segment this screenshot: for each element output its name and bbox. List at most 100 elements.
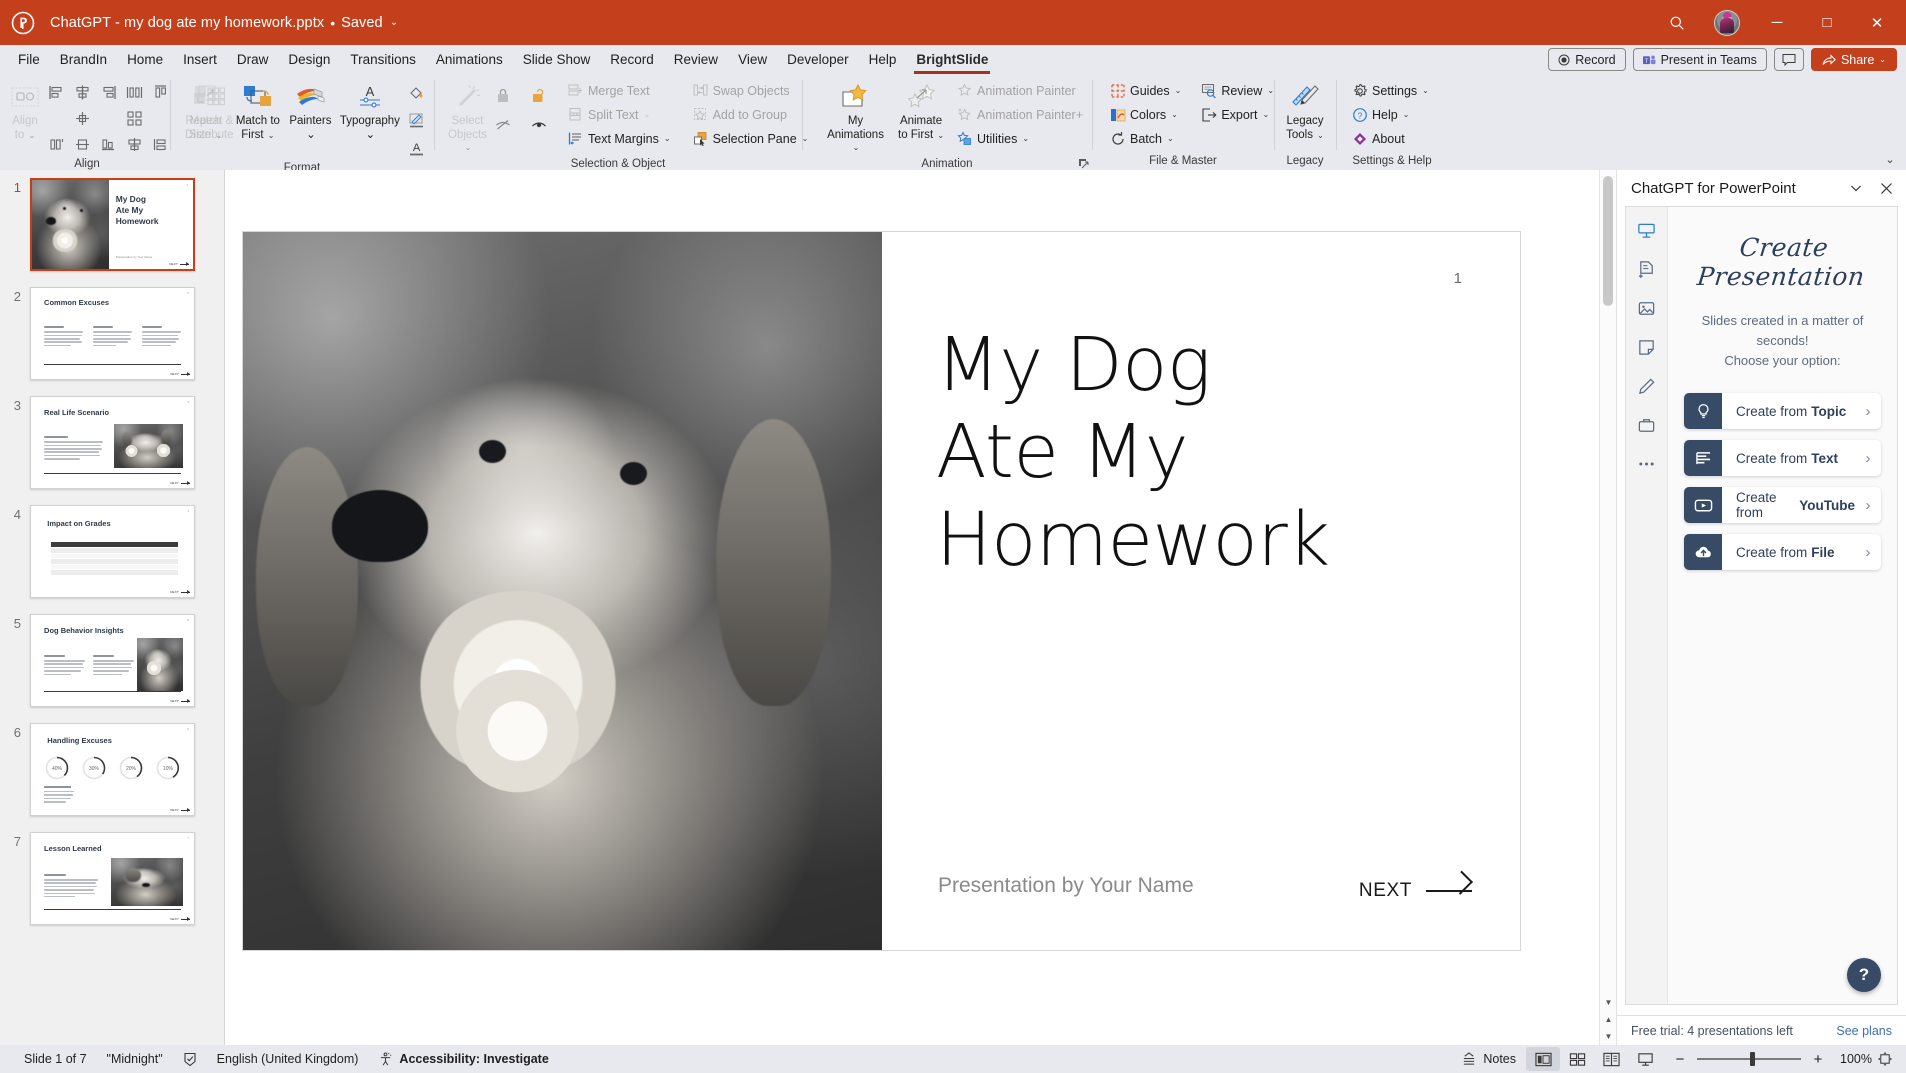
tab-file[interactable]: File xyxy=(8,47,50,73)
slide-byline[interactable]: Presentation by Your Name xyxy=(938,874,1194,898)
distribute-horizontal-icon[interactable] xyxy=(121,79,147,105)
thumbnail-slide-6[interactable]: 6 6 Handling Excuses 40% 30% 20% 10% xyxy=(0,723,224,816)
line-painter-icon[interactable] xyxy=(404,107,430,133)
add-to-group-button[interactable]: Add to Group xyxy=(687,103,814,126)
create-from-topic-button[interactable]: Create fromTopic › xyxy=(1684,393,1881,429)
spellcheck-button[interactable] xyxy=(173,1048,207,1070)
slide-image-region[interactable] xyxy=(243,232,882,950)
slide-sorter-icon[interactable] xyxy=(1560,1047,1594,1071)
text-painter-icon[interactable]: A xyxy=(404,135,430,161)
present-in-teams-button[interactable]: T Present in Teams xyxy=(1633,48,1767,71)
see-plans-link[interactable]: See plans xyxy=(1836,1024,1892,1038)
tab-design[interactable]: Design xyxy=(278,47,340,73)
tab-slide-show[interactable]: Slide Show xyxy=(513,47,601,73)
my-animations-button[interactable]: My Animations ⌄ xyxy=(820,76,891,157)
merge-text-button[interactable]: Merge Text xyxy=(562,79,676,102)
settings-button[interactable]: Settings ⌄ xyxy=(1346,79,1434,102)
user-avatar[interactable] xyxy=(1714,10,1740,36)
tab-record[interactable]: Record xyxy=(600,47,664,73)
align-to-button[interactable]: Align to ⌄ xyxy=(8,76,42,144)
chevron-down-icon[interactable] xyxy=(1842,175,1870,201)
align-right-icon[interactable] xyxy=(95,79,121,105)
review-button[interactable]: Review ⌄ xyxy=(1195,79,1279,102)
align-vertical-icon[interactable] xyxy=(43,131,69,157)
fill-painter-icon[interactable] xyxy=(404,79,430,105)
thumbnail-slide-5[interactable]: 5 5 Dog Behavior Insights NEXT xyxy=(0,614,224,707)
zoom-in-button[interactable]: + xyxy=(1810,1051,1826,1068)
tab-brandin[interactable]: BrandIn xyxy=(50,47,117,73)
show-eye-icon[interactable] xyxy=(526,112,552,138)
presentation-icon[interactable] xyxy=(1633,217,1661,243)
note-icon[interactable] xyxy=(1633,334,1661,360)
thumbnail-slide-2[interactable]: 2 2 Common Excuses NEXT xyxy=(0,287,224,380)
tab-brightslide[interactable]: BrightSlide xyxy=(906,47,998,73)
current-slide[interactable]: 1 My Dog Ate My Homework Presentation by… xyxy=(243,232,1520,950)
maximize-button[interactable]: □ xyxy=(1804,4,1850,42)
zoom-out-button[interactable]: − xyxy=(1672,1051,1688,1068)
language-status[interactable]: English (United Kingdom) xyxy=(207,1048,369,1070)
accessibility-status[interactable]: Accessibility: Investigate xyxy=(368,1048,558,1070)
slide-text-region[interactable]: 1 My Dog Ate My Homework Presentation by… xyxy=(882,232,1520,950)
pencil-icon[interactable] xyxy=(1633,373,1661,399)
create-from-file-button[interactable]: Create fromFile › xyxy=(1684,534,1881,570)
hide-eye-icon[interactable] xyxy=(490,112,516,138)
comments-button[interactable] xyxy=(1774,48,1804,71)
slide-next-button[interactable]: NEXT xyxy=(1359,880,1472,902)
align-left-icon[interactable] xyxy=(43,79,69,105)
close-icon[interactable] xyxy=(1872,175,1900,201)
search-icon[interactable] xyxy=(1654,4,1700,42)
dialog-launcher-icon[interactable] xyxy=(1076,156,1090,170)
reading-view-icon[interactable] xyxy=(1594,1047,1628,1071)
align-center-horizontal-icon[interactable] xyxy=(69,79,95,105)
slideshow-icon[interactable] xyxy=(1628,1047,1662,1071)
unlock-icon[interactable] xyxy=(526,82,552,108)
match-size-button[interactable]: Match Size ⌄ xyxy=(180,76,231,144)
slide-canvas-area[interactable]: 1 My Dog Ate My Homework Presentation by… xyxy=(225,170,1616,1045)
colors-button[interactable]: Colors ⌄ xyxy=(1104,103,1186,126)
slide-title[interactable]: My Dog Ate My Homework xyxy=(936,322,1330,584)
typography-button[interactable]: A Typography ⌄ xyxy=(337,76,403,143)
match-to-first-button[interactable]: Match to First ⌄ xyxy=(232,76,284,144)
record-button[interactable]: Record xyxy=(1548,48,1625,71)
fit-to-window-icon[interactable] xyxy=(1872,1047,1898,1071)
minimize-button[interactable]: ─ xyxy=(1754,4,1800,42)
next-slide-icon[interactable]: ▼ xyxy=(1600,1028,1617,1045)
swap-objects-button[interactable]: Swap Objects xyxy=(687,79,814,102)
zoom-level-label[interactable]: 100% xyxy=(1834,1052,1872,1066)
notes-button[interactable]: Notes xyxy=(1451,1048,1526,1070)
help-button[interactable]: ? Help ⌄ xyxy=(1346,103,1434,126)
text-margins-button[interactable]: Text Margins ⌄ xyxy=(562,127,676,150)
close-button[interactable]: ✕ xyxy=(1854,4,1900,42)
tab-draw[interactable]: Draw xyxy=(227,47,279,73)
tab-review[interactable]: Review xyxy=(664,47,728,73)
zoom-slider[interactable] xyxy=(1697,1058,1801,1060)
selection-pane-button[interactable]: Selection Pane ⌄ xyxy=(687,127,814,150)
zoom-slider-knob[interactable] xyxy=(1750,1052,1755,1066)
add-slide-icon[interactable] xyxy=(1633,256,1661,282)
create-from-youtube-button[interactable]: Create fromYouTube › xyxy=(1684,487,1881,523)
more-dots-icon[interactable] xyxy=(1633,451,1661,477)
thumbnail-slide-7[interactable]: 7 7 Lesson Learned NEXT xyxy=(0,832,224,925)
batch-button[interactable]: Batch ⌄ xyxy=(1104,127,1186,150)
tab-help[interactable]: Help xyxy=(859,47,907,73)
create-from-text-button[interactable]: Create fromText › xyxy=(1684,440,1881,476)
normal-view-icon[interactable] xyxy=(1526,1047,1560,1071)
distribute-center-icon[interactable] xyxy=(69,131,95,157)
canvas-vertical-scrollbar[interactable]: ▲ ▼ ▲ ▼ xyxy=(1599,170,1616,1045)
split-text-button[interactable]: Split Text ⌄ xyxy=(562,103,676,126)
export-button[interactable]: Export ⌄ xyxy=(1195,103,1279,126)
zoom-control[interactable]: − + xyxy=(1672,1051,1826,1068)
save-status-caret[interactable]: ⌄ xyxy=(390,17,398,28)
select-objects-button[interactable]: Select Objects ⌄ xyxy=(446,76,489,157)
align-middle-vertical-icon[interactable] xyxy=(121,131,147,157)
tab-view[interactable]: View xyxy=(728,47,777,73)
tab-developer[interactable]: Developer xyxy=(777,47,859,73)
animation-utilities-button[interactable]: Utilities ⌄ xyxy=(951,127,1088,150)
slide-count-status[interactable]: Slide 1 of 7 xyxy=(14,1048,97,1070)
tab-insert[interactable]: Insert xyxy=(173,47,227,73)
save-status[interactable]: Saved xyxy=(341,15,383,31)
legacy-tools-button[interactable]: Legacy Tools ⌄ xyxy=(1278,76,1332,144)
guides-button[interactable]: Guides ⌄ xyxy=(1104,79,1186,102)
about-button[interactable]: About xyxy=(1346,127,1434,150)
help-fab-button[interactable]: ? xyxy=(1847,958,1881,992)
